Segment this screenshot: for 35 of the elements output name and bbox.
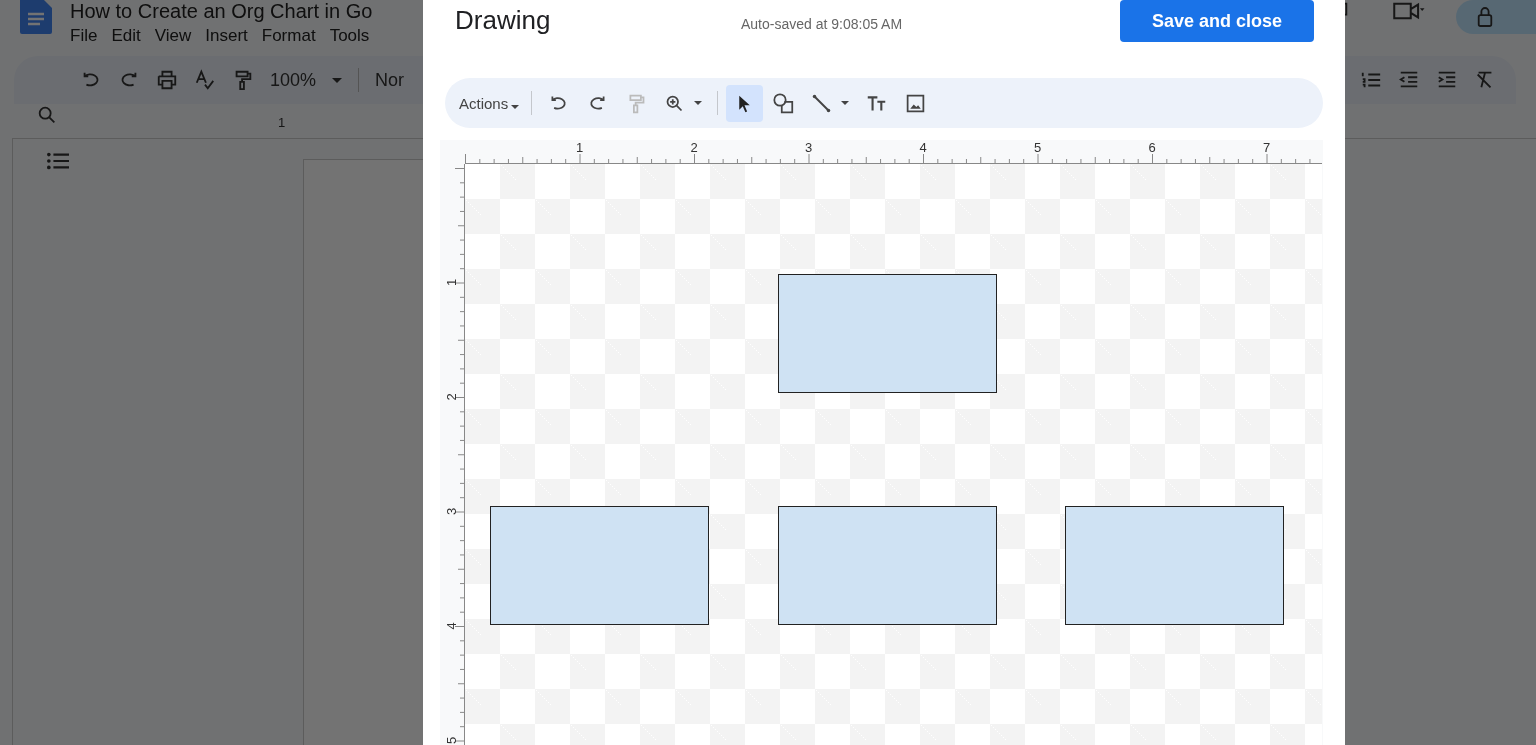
select-tool-button[interactable] [726,84,764,122]
horizontal-ruler: 1 2 3 4 5 6 7 [465,140,1322,164]
video-camera-icon[interactable] [1390,0,1426,22]
actions-menu[interactable]: Actions [459,94,524,112]
line-icon [811,92,833,114]
style-dropdown[interactable]: Nor [375,69,405,91]
ruler-label: 1 [278,115,286,130]
menu-item[interactable]: File [70,24,106,48]
autosave-status: Auto-saved at 9:08:05 AM [741,16,903,32]
dialog-title: Drawing [455,5,552,36]
menu-item[interactable]: Edit [111,24,149,48]
docs-logo-icon[interactable] [20,0,52,34]
save-and-close-button[interactable]: Save and close [1120,0,1314,42]
spellcheck-icon[interactable] [194,69,216,91]
rectangle-shape[interactable] [1064,506,1284,626]
caret-icon [841,101,850,105]
menu-item[interactable]: Insert [205,24,256,48]
lock-icon [1476,6,1494,28]
rectangle-shape[interactable] [490,506,710,626]
share-button[interactable] [1456,0,1536,34]
menu-item[interactable]: Tools [329,24,378,48]
search-icon[interactable] [36,104,58,126]
rectangle-shape[interactable] [777,506,997,626]
print-icon[interactable] [156,69,178,91]
menu-item[interactable]: View [154,24,200,48]
shapes-icon [773,92,795,114]
caret-icon[interactable] [332,77,343,83]
document-title[interactable]: How to Create an Org Chart in Go [70,0,384,22]
zoom-dropdown[interactable]: 100% [270,69,317,91]
outline-icon[interactable] [47,151,69,171]
rectangle-shape[interactable] [777,273,997,393]
vertical-ruler: 1 2 3 4 5 [440,164,465,745]
image-icon [905,92,927,114]
caret-icon [694,101,703,105]
menu-item[interactable]: Format [261,24,324,48]
